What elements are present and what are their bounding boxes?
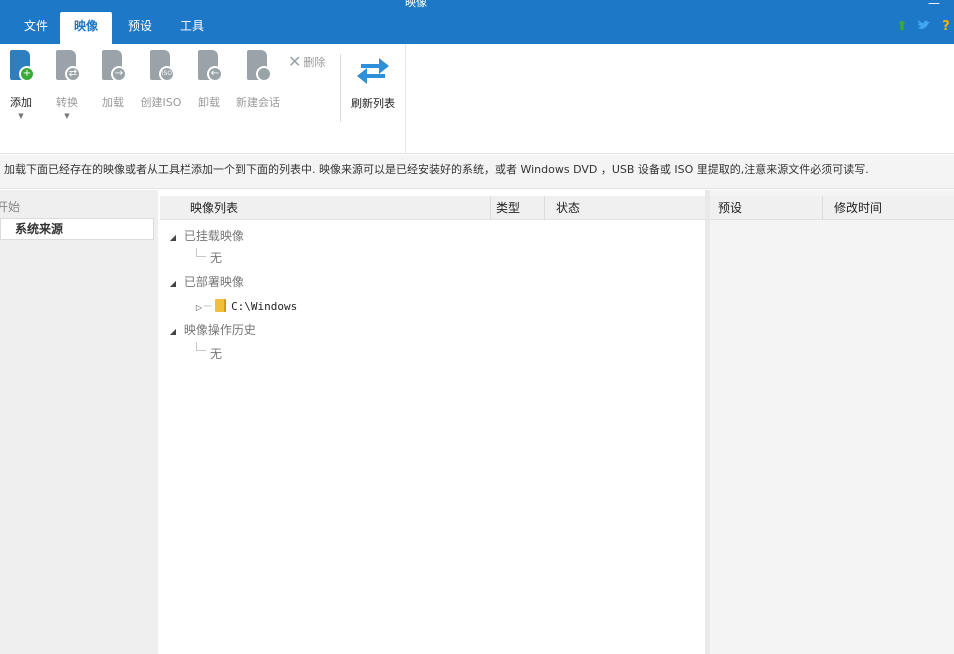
delete-button[interactable]: ✕ 删除 [288,54,325,70]
add-dropdown-arrow-icon[interactable]: ▼ [4,112,38,120]
expand-triangle-icon[interactable]: ◢ [166,322,180,342]
convert-label: 转换 [56,96,78,109]
convert-icon: ⇄ [54,50,81,84]
tab-tools[interactable]: 工具 [172,12,212,44]
tree-group-label: 已部署映像 [183,275,244,289]
details-pane: 预设 修改时间 [710,190,954,654]
tree-item-label: C:\Windows [231,300,298,313]
mount-label: 加载 [102,96,124,109]
column-separator [822,196,823,220]
column-modified-time[interactable]: 修改时间 [834,196,882,220]
sidebar: 开始 系统来源 [0,190,158,654]
tab-file[interactable]: 文件 [16,12,56,44]
ribbon-toolbar: + 添加 ▼ ⇄ 转换 ▼ → 加载 ISO 创建ISO ← 卸载 新建会话 ✕… [0,44,954,154]
window-title: 映像 [405,0,427,9]
column-type[interactable]: 类型 [496,196,520,220]
tree-item-empty: 无 [210,347,223,361]
refresh-icon [357,58,389,84]
image-list-pane: 映像列表 类型 状态 ◢ 已挂载映像 无 ◢ 已部署映像 ▷ ─ C:\Windo… [160,190,705,654]
unmount-icon: ← [196,50,223,84]
add-label: 添加 [10,96,32,109]
tree-group-label: 映像操作历史 [183,323,256,337]
ribbon-separator [340,54,341,122]
folder-icon [215,299,227,312]
collapsed-triangle-icon[interactable]: ▷ [194,298,204,318]
tree-branch-line [196,248,206,257]
column-separator [490,196,491,220]
unmount-button[interactable]: ← 卸载 [192,50,226,110]
refresh-label: 刷新列表 [351,97,395,110]
twitter-icon[interactable] [916,19,932,35]
help-icon[interactable]: ? [938,19,954,35]
tree-group-deployed[interactable]: ◢ 已部署映像 [166,272,244,292]
title-bar: 映像 — 文件 映像 预设 工具 ⬆ ? [0,0,954,44]
add-image-icon: + [8,50,35,84]
unmount-label: 卸载 [198,96,220,109]
add-button[interactable]: + 添加 ▼ [4,50,38,120]
mount-icon: → [100,50,127,84]
new-session-icon [245,50,272,84]
sidebar-item-system-source[interactable]: 系统来源 [0,218,154,240]
tree-item-windows[interactable]: ▷ ─ C:\Windows [194,296,297,316]
new-session-label: 新建会话 [236,96,280,109]
tab-image[interactable]: 映像 [60,12,112,44]
tree-group-history[interactable]: ◢ 映像操作历史 [166,320,256,340]
iso-icon: ISO [148,50,175,84]
delete-label: 删除 [303,56,326,69]
image-list-header: 映像列表 类型 状态 [160,196,705,220]
arrow-up-icon[interactable]: ⬆ [894,19,910,35]
delete-icon: ✕ [288,52,302,71]
details-header: 预设 修改时间 [710,196,954,220]
tree-branch-line [196,342,206,351]
mount-button[interactable]: → 加载 [96,50,130,110]
column-preset[interactable]: 预设 [718,196,742,220]
create-iso-label: 创建ISO [140,96,182,109]
tab-preset[interactable]: 预设 [120,12,160,44]
ribbon-group-separator [405,44,406,154]
convert-button[interactable]: ⇄ 转换 ▼ [50,50,84,120]
expand-triangle-icon[interactable]: ◢ [166,228,180,248]
create-iso-button[interactable]: ISO 创建ISO [138,50,184,110]
info-bar: 加载下面已经存在的映像或者从工具栏添加一个到下面的列表中. 映像来源可以是已经安… [0,155,954,189]
tree-group-mounted[interactable]: ◢ 已挂载映像 [166,226,244,246]
sidebar-heading: 开始 [0,200,21,214]
column-status[interactable]: 状态 [556,196,580,220]
column-image-list[interactable]: 映像列表 [190,196,238,220]
expand-triangle-icon[interactable]: ◢ [166,274,180,294]
top-right-icons: ⬆ ? [894,18,954,36]
tree-group-label: 已挂载映像 [183,229,244,243]
column-separator [544,196,545,220]
tree-item-empty: 无 [210,251,223,265]
refresh-list-button[interactable]: 刷新列表 [345,52,401,111]
minimize-button[interactable]: — [928,0,940,10]
new-session-button[interactable]: 新建会话 [232,50,284,110]
convert-dropdown-arrow-icon[interactable]: ▼ [50,112,84,120]
